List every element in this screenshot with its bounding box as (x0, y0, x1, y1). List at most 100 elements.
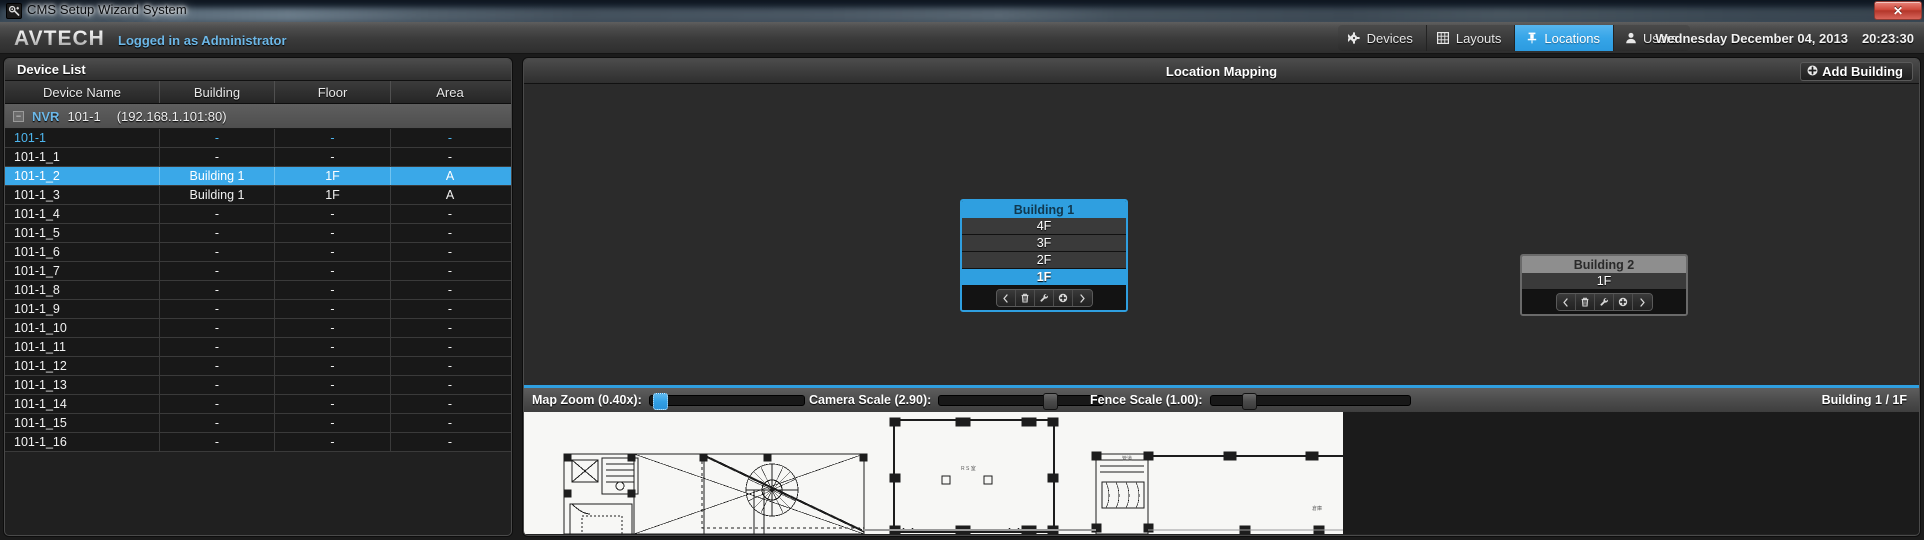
cell-building: - (160, 414, 275, 432)
column-header-building[interactable]: Building (160, 81, 275, 103)
cell-name: 101-1_14 (5, 395, 160, 413)
building-toolbar-group (995, 289, 1093, 307)
cell-building: - (160, 319, 275, 337)
table-row[interactable]: 101-1_13- - - (5, 376, 511, 395)
floor-item[interactable]: 4F (962, 218, 1126, 235)
table-row[interactable]: 101-1_2 Building 1 1F A (5, 167, 511, 186)
svg-text:R S 室: R S 室 (961, 465, 976, 472)
floorplan-image[interactable]: R S 室 管道 倉庫 (524, 412, 1343, 534)
grid-icon (1437, 32, 1450, 45)
slider-knob[interactable] (1043, 392, 1059, 410)
column-header-area[interactable]: Area (391, 81, 509, 103)
table-row[interactable]: 101-1_9- - - (5, 300, 511, 319)
building-card-title[interactable]: Building 1 (962, 201, 1126, 218)
table-row[interactable]: 101-1_4- - - (5, 205, 511, 224)
slider-knob[interactable] (652, 392, 668, 410)
cell-floor: - (275, 205, 391, 223)
table-row[interactable]: 101-1_8- - - (5, 281, 511, 300)
column-header-floor[interactable]: Floor (275, 81, 391, 103)
cell-building: - (160, 148, 275, 166)
cell-building: - (160, 395, 275, 413)
table-row[interactable]: 101-1_5- - - (5, 224, 511, 243)
building-card[interactable]: Building 1 4F 3F 2F 1F (960, 199, 1128, 312)
floor-item[interactable]: 1F (962, 269, 1126, 286)
cell-name: 101-1_10 (5, 319, 160, 337)
tab-layouts[interactable]: Layouts (1426, 25, 1516, 51)
cell-floor: - (275, 395, 391, 413)
svg-text:倉庫: 倉庫 (1312, 505, 1322, 512)
slider-group: Map Zoom (0.40x): (532, 392, 805, 410)
table-row[interactable]: 101-1_12- - - (5, 357, 511, 376)
table-row[interactable]: 101-1_3 Building 1 1F A (5, 186, 511, 205)
map-controls-bar: Map Zoom (0.40x): Camera Scale (2.90): Fen… (524, 385, 1919, 412)
window-close-button[interactable]: ✕ (1874, 1, 1922, 20)
cell-area: - (447, 302, 453, 316)
cell-name: 101-1_3 (5, 186, 160, 204)
table-row[interactable]: 101-1_10- - - (5, 319, 511, 338)
table-row[interactable]: 101-1_6- - - (5, 243, 511, 262)
trash-icon[interactable] (1575, 294, 1595, 310)
plus-circle-icon[interactable] (1053, 290, 1073, 306)
chevron-left-icon[interactable] (1556, 294, 1576, 310)
table-row[interactable]: 101-1_7- - - (5, 262, 511, 281)
trash-icon[interactable] (1015, 290, 1035, 306)
cell-name: 101-1_15 (5, 414, 160, 432)
cell-area: - (447, 245, 453, 259)
location-mapping-header: Location Mapping Add Building (524, 59, 1919, 84)
location-map-canvas[interactable]: Building 1 4F 3F 2F 1F Building 2 1F (524, 84, 1919, 385)
cell-area: - (447, 416, 453, 430)
slider-group: Fence Scale (1.00): (1090, 392, 1411, 410)
tab-devices[interactable]: Devices (1337, 25, 1427, 51)
cell-area: - (447, 131, 453, 145)
chevron-right-icon[interactable] (1072, 290, 1092, 306)
building-card[interactable]: Building 2 1F (1520, 254, 1688, 316)
device-table: Device Name Building Floor Area − NVR 10… (5, 81, 511, 452)
table-row[interactable]: 101-1_11- - - (5, 338, 511, 357)
wrench-icon[interactable] (1034, 290, 1054, 306)
slider-track[interactable] (938, 392, 1105, 410)
slider-track[interactable] (648, 392, 805, 410)
building-card-title[interactable]: Building 2 (1522, 256, 1686, 273)
device-list-title: Device List (5, 59, 511, 81)
cell-name: 101-1_12 (5, 357, 160, 375)
slider-group: Camera Scale (2.90): (809, 392, 1105, 410)
table-row[interactable]: 101-1- - - (5, 129, 511, 148)
cell-floor: - (275, 414, 391, 432)
cell-name: 101-1_4 (5, 205, 160, 223)
slider-track[interactable] (1209, 392, 1411, 410)
table-row[interactable]: 101-1_1- - - (5, 148, 511, 167)
floor-item[interactable]: 2F (962, 252, 1126, 269)
tab-locations[interactable]: Locations (1515, 25, 1615, 51)
slider-knob[interactable] (1242, 392, 1258, 410)
cell-floor: - (275, 376, 391, 394)
chevron-right-icon[interactable] (1632, 294, 1652, 310)
nvr-expand-toggle[interactable]: − (13, 110, 24, 122)
cell-building: Building 1 (160, 186, 275, 204)
cell-building: - (160, 262, 275, 280)
cell-area: - (447, 264, 453, 278)
device-table-header: Device Name Building Floor Area (5, 81, 511, 104)
cell-floor: - (275, 433, 391, 451)
table-row[interactable]: 101-1_15- - - (5, 414, 511, 433)
window-titlebar[interactable]: CMS Setup Wizard System ✕ (0, 0, 1924, 22)
cell-building: - (160, 129, 275, 147)
chevron-left-icon[interactable] (996, 290, 1016, 306)
floorplan-viewport[interactable]: R S 室 管道 倉庫 (524, 412, 1919, 534)
cell-building: Building 1 (160, 167, 275, 185)
wrench-icon[interactable] (1594, 294, 1614, 310)
cell-name: 101-1_2 (5, 167, 160, 185)
nvr-group-row[interactable]: − NVR 101-1 (192.168.1.101:80) (5, 104, 511, 129)
floor-item[interactable]: 3F (962, 235, 1126, 252)
cell-floor: - (275, 148, 391, 166)
clock-bar: Wednesday December 04, 2013 20:23:30 (1655, 25, 1914, 51)
table-row[interactable]: 101-1_14- - - (5, 395, 511, 414)
plus-circle-icon[interactable] (1613, 294, 1633, 310)
cell-area: - (447, 359, 453, 373)
plus-circle-icon (1807, 64, 1818, 79)
cell-floor: - (275, 319, 391, 337)
column-header-device-name[interactable]: Device Name (5, 81, 160, 103)
tab-layouts-label: Layouts (1455, 30, 1502, 46)
floor-item[interactable]: 1F (1522, 273, 1686, 290)
table-row[interactable]: 101-1_16- - - (5, 433, 511, 452)
add-building-button[interactable]: Add Building (1800, 62, 1913, 81)
